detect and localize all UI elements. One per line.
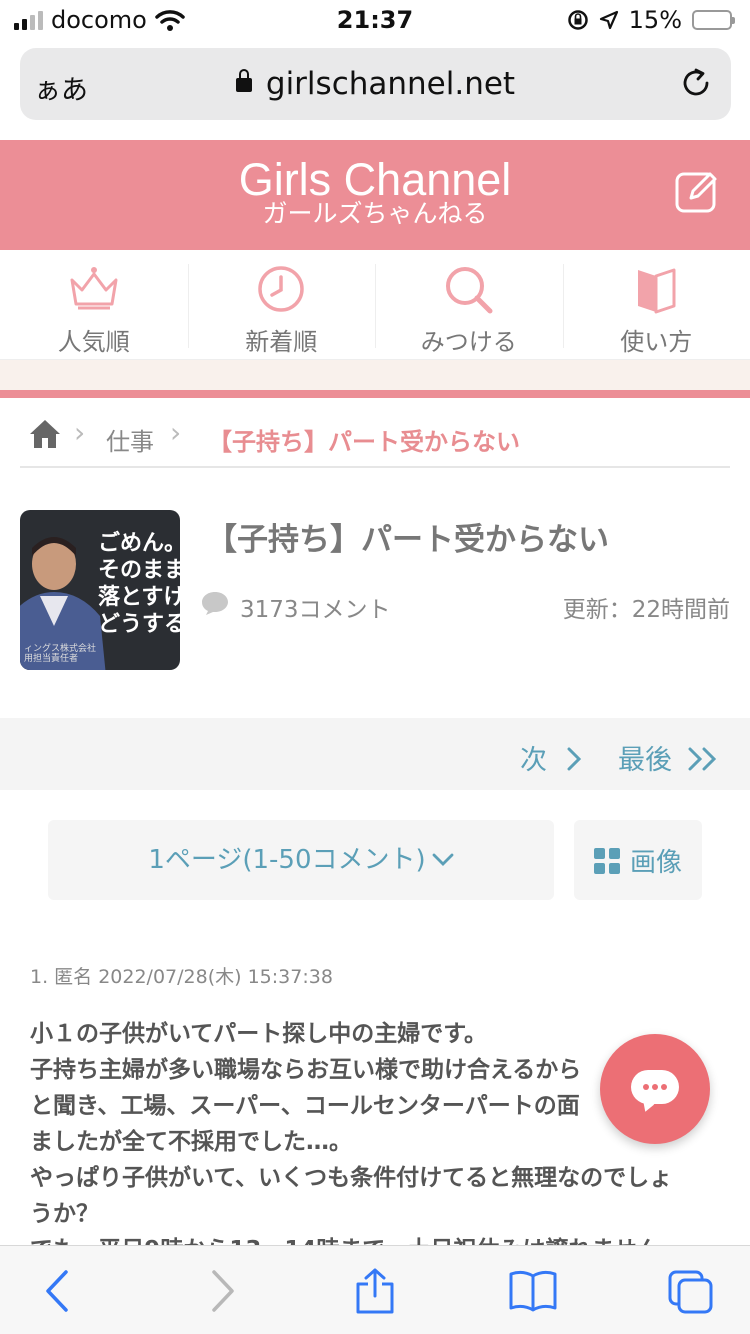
grid-icon [594, 848, 620, 874]
status-right: 15% [567, 6, 735, 34]
nav-popular[interactable]: 人気順 [0, 250, 188, 359]
logo-subtext: ガールズちゃんねる [262, 199, 488, 228]
topic-title: 【子持ち】パート受からない [206, 522, 609, 558]
comment-body: 小１の子供がいてパート探し中の主婦です。 子持ち主婦が多い職場ならお互い様で助け… [30, 1016, 710, 1268]
address-bar[interactable]: ぁあ girlschannel.net [20, 48, 731, 120]
double-chevron-right-icon [688, 747, 717, 771]
topic-meta: 3173コメント 更新：22時間前 [200, 588, 730, 623]
chevron-down-icon [432, 853, 454, 866]
book-icon [638, 268, 676, 314]
page-selector-label: 1ページ(1-50コメント) [148, 845, 426, 875]
comment-line: やっぱり子供がいて、いくつも条件付けてると無理なのでしょ [30, 1165, 673, 1191]
topic-thumbnail[interactable]: ごめん。 そのまま 落とすけ どうする ィングス株式会社 用担当責任者 [20, 510, 180, 670]
chat-button[interactable] [600, 1034, 710, 1144]
nav-label: 人気順 [57, 328, 130, 356]
site-header: Girls Channel ガールズちゃんねる [0, 140, 750, 250]
breadcrumb-current: 【子持ち】パート受からない [208, 428, 520, 456]
comment-bubble-icon [202, 592, 228, 615]
tabs-icon[interactable] [666, 1268, 716, 1314]
header-strip [0, 360, 750, 390]
nav-label: 新着順 [245, 328, 318, 356]
site-logo[interactable]: Girls Channel ガールズちゃんねる [0, 156, 750, 228]
browser-toolbar [0, 1245, 750, 1334]
comment-count: 3173コメント [240, 597, 391, 623]
breadcrumb: › 仕事 › 【子持ち】パート受からない [20, 414, 730, 468]
main-nav: 人気順 新着順 みつける 使い方 [0, 250, 750, 360]
battery-percent: 15% [628, 6, 682, 34]
search-icon [445, 267, 493, 314]
chevron-right-icon: › [170, 416, 182, 449]
images-button[interactable]: 画像 [574, 820, 702, 900]
crown-icon [70, 267, 118, 310]
header-divider [0, 390, 750, 398]
home-icon[interactable] [28, 418, 62, 450]
logo-text: Girls Channel [238, 154, 512, 205]
next-page-link[interactable]: 次 [520, 738, 587, 777]
nav-newest[interactable]: 新着順 [187, 250, 376, 359]
nav-find[interactable]: みつける [375, 250, 563, 359]
location-icon [599, 10, 618, 30]
chevron-right-icon: › [74, 416, 86, 449]
comment-line: ましたが全て不採用でした…。 [30, 1129, 352, 1155]
battery-icon [692, 10, 735, 30]
nav-howto[interactable]: 使い方 [562, 250, 750, 359]
clock-icon [258, 266, 304, 312]
comment-line: 小１の子供がいてパート探し中の主婦です。 [30, 1021, 488, 1047]
comment-line: うか？ [30, 1201, 99, 1227]
status-bar: docomo 21:37 15% [0, 0, 750, 40]
images-button-label: 画像 [630, 848, 683, 878]
thumbnail-caption: ごめん。 そのまま 落とすけ どうする [98, 531, 180, 637]
forward-icon[interactable] [196, 1268, 246, 1314]
nav-label: みつける [420, 328, 517, 356]
reload-icon[interactable] [679, 66, 713, 100]
breadcrumb-category[interactable]: 仕事 [106, 422, 154, 457]
share-icon[interactable] [350, 1268, 400, 1314]
updated-time: 更新：22時間前 [562, 597, 730, 623]
thumbnail-small-text: ィングス株式会社 用担当責任者 [24, 644, 97, 664]
url-field[interactable]: girlschannel.net [20, 66, 731, 102]
pager: 次 最後 [0, 718, 750, 790]
page-selector[interactable]: 1ページ(1-50コメント) [48, 820, 554, 900]
chevron-right-icon [567, 747, 582, 771]
last-page-link[interactable]: 最後 [618, 738, 720, 777]
lock-icon [235, 69, 252, 92]
comment-header: 1. 匿名 2022/07/28(木) 15:37:38 [30, 966, 333, 988]
back-icon[interactable] [34, 1268, 84, 1314]
nav-label: 使い方 [620, 328, 693, 356]
url-text: girlschannel.net [265, 66, 516, 102]
compose-icon[interactable] [674, 168, 720, 214]
rotation-lock-icon [567, 10, 588, 30]
bookmarks-icon[interactable] [508, 1268, 558, 1314]
